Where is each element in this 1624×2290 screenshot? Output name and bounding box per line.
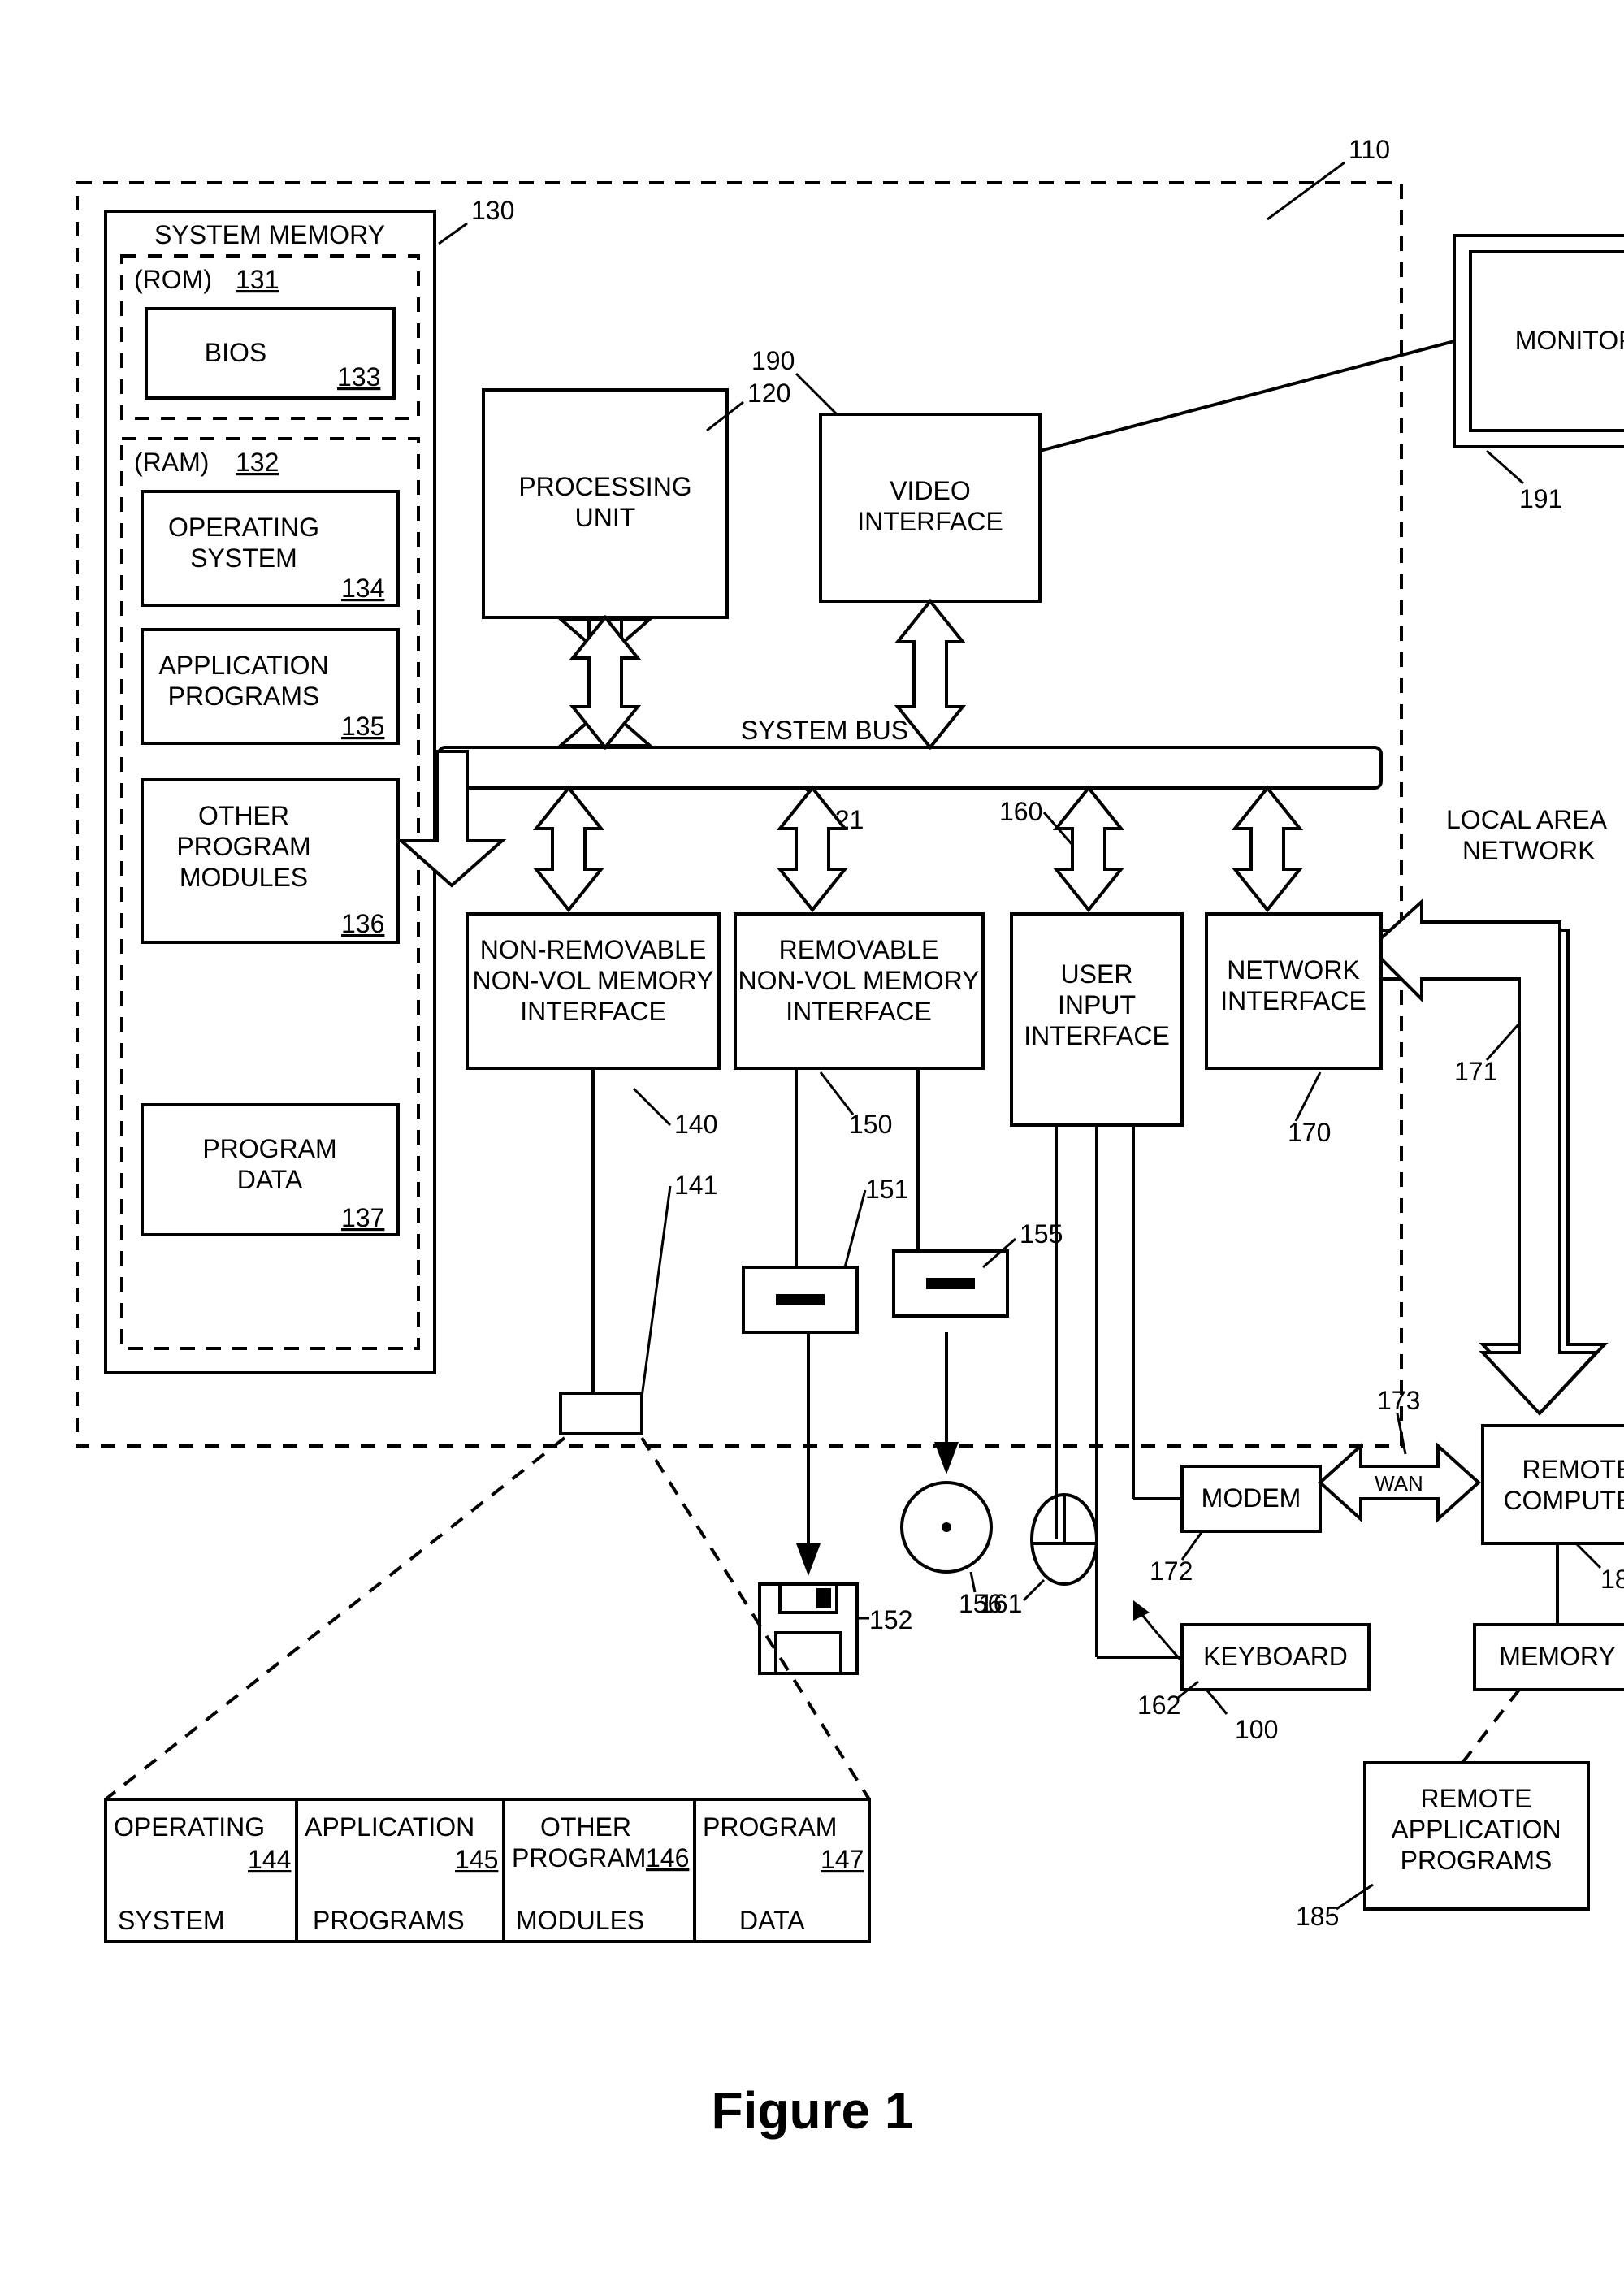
svg-text:SYSTEM: SYSTEM	[190, 543, 297, 573]
svg-text:PROCESSING: PROCESSING	[518, 472, 691, 501]
label-140: 140	[674, 1110, 717, 1139]
svg-text:INTERFACE: INTERFACE	[857, 507, 1003, 536]
svg-text:PROGRAM: PROGRAM	[176, 832, 310, 861]
svg-text:PROGRAM: PROGRAM	[703, 1812, 837, 1842]
svg-text:MEMORY: MEMORY	[1499, 1642, 1615, 1671]
label-130: 130	[471, 196, 514, 225]
svg-text:NON-REMOVABLE: NON-REMOVABLE	[480, 935, 707, 964]
svg-text:137: 137	[341, 1203, 384, 1232]
svg-text:NETWORK: NETWORK	[1462, 836, 1596, 865]
label-151: 151	[865, 1175, 908, 1204]
svg-text:LOCAL AREA: LOCAL AREA	[1446, 805, 1608, 834]
svg-text:PROGRAMS: PROGRAMS	[313, 1906, 465, 1935]
disk-modules-row: OPERATING SYSTEM 144 APPLICATION PROGRAM…	[106, 1799, 869, 1942]
svg-text:INTERFACE: INTERFACE	[786, 997, 932, 1026]
svg-text:DATA: DATA	[237, 1165, 303, 1194]
system-bus	[439, 747, 1381, 788]
svg-text:USER: USER	[1061, 959, 1133, 989]
svg-text:DATA: DATA	[739, 1906, 805, 1935]
svg-text:MODULES: MODULES	[516, 1906, 644, 1935]
svg-text:APPLICATION: APPLICATION	[305, 1812, 474, 1842]
svg-text:COMPUTER: COMPUTER	[1503, 1486, 1624, 1515]
svg-text:UNIT: UNIT	[575, 503, 636, 532]
svg-text:SYSTEM BUS: SYSTEM BUS	[741, 716, 908, 745]
svg-text:REMOTE: REMOTE	[1421, 1784, 1532, 1813]
label-171: 171	[1454, 1057, 1497, 1086]
hard-drive	[561, 1393, 642, 1434]
label-190: 190	[751, 346, 795, 375]
svg-text:135: 135	[341, 712, 384, 741]
mouse-icon	[1032, 1495, 1097, 1584]
lan-arrow	[1381, 930, 1605, 1409]
bios-label: BIOS	[205, 338, 266, 367]
svg-text:134: 134	[341, 574, 384, 603]
svg-text:PROGRAM: PROGRAM	[512, 1843, 646, 1872]
svg-text:REMOTE: REMOTE	[1522, 1455, 1624, 1484]
svg-text:WAN: WAN	[1375, 1471, 1423, 1496]
figure-1-diagram: 110 100 SYSTEM MEMORY 130 (ROM) 131 BIOS…	[0, 0, 1624, 2290]
arrow-nonremov	[536, 788, 601, 910]
label-100: 100	[1235, 1715, 1278, 1744]
svg-text:MONITOR: MONITOR	[1515, 326, 1624, 355]
svg-text:INTERFACE: INTERFACE	[1024, 1021, 1170, 1050]
label-152: 152	[869, 1605, 912, 1634]
figure-label: Figure 1	[712, 2081, 914, 2140]
svg-text:PROGRAM: PROGRAM	[202, 1134, 336, 1163]
label-162: 162	[1137, 1690, 1180, 1720]
svg-text:REMOVABLE: REMOVABLE	[779, 935, 939, 964]
svg-text:OTHER: OTHER	[198, 801, 289, 830]
arrow-net	[1235, 788, 1300, 910]
floppy-icon	[760, 1584, 857, 1673]
arrow-userinput	[1056, 788, 1121, 910]
label-156: 156	[959, 1589, 1002, 1618]
user-input-box	[1011, 914, 1182, 1125]
svg-text:145: 145	[455, 1845, 498, 1874]
ram-num: 132	[236, 448, 279, 477]
svg-text:INTERFACE: INTERFACE	[1220, 986, 1366, 1015]
label-110: 110	[1349, 135, 1390, 164]
svg-text:INTERFACE: INTERFACE	[520, 997, 666, 1026]
svg-text:PROGRAMS: PROGRAMS	[168, 682, 320, 711]
svg-text:NETWORK: NETWORK	[1227, 955, 1360, 985]
system-memory-title: SYSTEM MEMORY	[154, 220, 385, 249]
rom-label: (ROM)	[134, 265, 212, 294]
svg-text:MODEM: MODEM	[1202, 1483, 1301, 1513]
svg-text:OPERATING: OPERATING	[168, 513, 319, 542]
label-150: 150	[849, 1110, 892, 1139]
svg-text:146: 146	[646, 1843, 689, 1872]
svg-text:144: 144	[248, 1845, 291, 1874]
svg-text:SYSTEM: SYSTEM	[118, 1906, 225, 1935]
svg-text:OTHER: OTHER	[540, 1812, 631, 1842]
svg-text:MODULES: MODULES	[180, 863, 308, 892]
label-141: 141	[674, 1171, 717, 1200]
label-173: 173	[1377, 1386, 1420, 1415]
rom-num: 131	[236, 265, 279, 294]
label-180: 180	[1600, 1565, 1624, 1594]
svg-text:APPLICATION: APPLICATION	[158, 651, 328, 680]
label-160: 160	[999, 797, 1042, 826]
label-120: 120	[747, 379, 790, 408]
bios-num: 133	[337, 362, 380, 392]
ram-label: (RAM)	[134, 448, 209, 477]
svg-text:KEYBOARD: KEYBOARD	[1203, 1642, 1348, 1671]
label-170: 170	[1288, 1118, 1331, 1147]
svg-text:147: 147	[821, 1845, 864, 1874]
label-172: 172	[1150, 1556, 1193, 1586]
svg-text:PROGRAMS: PROGRAMS	[1401, 1846, 1553, 1875]
svg-text:VIDEO: VIDEO	[890, 476, 971, 505]
svg-text:NON-VOL MEMORY: NON-VOL MEMORY	[473, 966, 714, 995]
remote-computer-box	[1483, 1426, 1624, 1543]
svg-text:NON-VOL MEMORY: NON-VOL MEMORY	[738, 966, 980, 995]
label-185: 185	[1296, 1902, 1339, 1931]
svg-text:INPUT: INPUT	[1058, 990, 1136, 1019]
svg-text:136: 136	[341, 909, 384, 938]
label-191: 191	[1519, 484, 1562, 513]
svg-text:OPERATING: OPERATING	[114, 1812, 265, 1842]
svg-text:APPLICATION: APPLICATION	[1391, 1815, 1561, 1844]
